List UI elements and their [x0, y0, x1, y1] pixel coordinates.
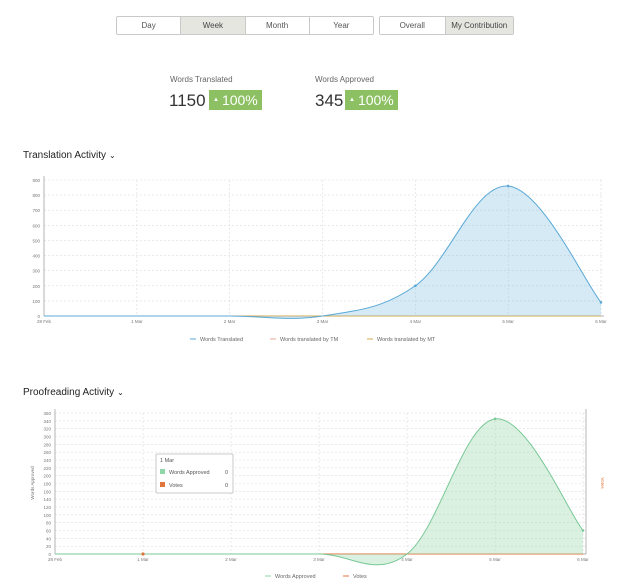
arrow-up-icon: ▲ — [213, 97, 219, 103]
x-tick-label: 1 Mar — [131, 319, 143, 324]
tooltip-box — [155, 453, 234, 494]
y-tick-label: 200 — [32, 284, 40, 289]
tab-overall[interactable]: Overall — [380, 17, 446, 34]
data-point — [581, 529, 585, 532]
tooltip-label: Words Approved — [169, 470, 210, 476]
y-axis-title: Words Approved — [30, 466, 35, 500]
tooltip-date: 1 Mar — [160, 458, 174, 464]
x-tick-label: 1 Mar — [137, 557, 149, 562]
words-translated-label: Words Translated — [170, 75, 233, 84]
y-tick-label: 100 — [32, 299, 40, 304]
legend-label: Votes — [353, 574, 367, 580]
y-tick-label: 180 — [43, 482, 51, 487]
proofreading-activity-title[interactable]: Proofreading Activity ⌄ — [23, 387, 124, 398]
y-tick-label: 0 — [37, 314, 40, 319]
series-line — [55, 418, 584, 566]
y-tick-label: 100 — [43, 513, 51, 518]
words-approved-value: 345 — [315, 91, 344, 110]
tab-day[interactable]: Day — [117, 17, 182, 34]
series-area — [44, 185, 601, 319]
proofreading-activity-label: Proofreading Activity — [23, 387, 115, 398]
y-tick-label: 600 — [32, 223, 40, 228]
legend-label: Words Approved — [275, 574, 316, 580]
x-tick-label: 5 Mar — [502, 319, 514, 324]
y-tick-label: 300 — [32, 269, 40, 274]
words-translated-pct: 100% — [221, 92, 258, 108]
y-tick-label: 120 — [43, 505, 51, 510]
y-tick-label: 140 — [43, 497, 51, 502]
tab-year[interactable]: Year — [309, 17, 373, 34]
y-tick-label: 80 — [46, 521, 52, 526]
x-tick-label: 4 Mar — [401, 557, 413, 562]
tab-week[interactable]: Week — [181, 17, 246, 34]
words-translated-value: 1150 — [169, 91, 206, 110]
translation-activity-label: Translation Activity — [23, 150, 106, 161]
y-tick-label: 40 — [46, 536, 52, 541]
series-line — [43, 185, 602, 319]
y-tick-label: 240 — [43, 458, 51, 463]
y-tick-label: 300 — [43, 435, 51, 440]
y-tick-label: 0 — [48, 552, 51, 557]
words-translated-badge: ▲ 100% — [209, 90, 262, 110]
x-tick-label: 2 Mar — [225, 557, 237, 562]
data-point — [493, 417, 497, 421]
y-tick-label: 360 — [43, 411, 51, 416]
y-tick-label: 60 — [46, 529, 52, 534]
y-tick-label: 280 — [43, 442, 51, 447]
y2-axis-title: Votes — [600, 477, 605, 489]
words-approved-badge: ▲ 100% — [345, 90, 398, 110]
y-tick-label: 900 — [32, 178, 40, 183]
tooltip-value: 0 — [225, 483, 228, 489]
x-tick-label: 3 Mar — [313, 557, 325, 562]
x-tick-label: 3 Mar — [317, 319, 329, 324]
y-tick-label: 340 — [43, 419, 51, 424]
x-tick-label: 2 Mar — [224, 319, 236, 324]
y-tick-label: 260 — [43, 450, 51, 455]
data-point — [414, 284, 417, 288]
chevron-down-icon: ⌄ — [117, 388, 124, 397]
arrow-up-icon: ▲ — [349, 97, 355, 103]
legend-label: Words translated by TM — [280, 337, 339, 343]
scope-selector: Overall My Contribution — [379, 16, 514, 35]
series-area — [55, 418, 583, 565]
x-tick-label: 5 Mar — [489, 557, 501, 562]
y-tick-label: 500 — [32, 238, 40, 243]
y-tick-label: 800 — [32, 193, 40, 198]
period-selector: Day Week Month Year — [116, 16, 374, 35]
x-tick-label: 6 Mar — [577, 557, 589, 562]
tooltip-swatch — [160, 469, 165, 474]
tooltip-value: 0 — [225, 470, 228, 476]
x-tick-label: 28 Feb — [37, 319, 52, 324]
y-tick-label: 200 — [43, 474, 51, 479]
x-tick-label: 4 Mar — [410, 319, 422, 324]
y-tick-label: 20 — [46, 544, 52, 549]
words-approved-pct: 100% — [357, 92, 394, 108]
words-approved-label: Words Approved — [315, 75, 374, 84]
tooltip-swatch — [160, 482, 165, 487]
y-tick-label: 700 — [32, 208, 40, 213]
data-point — [506, 184, 510, 188]
y-tick-label: 160 — [43, 489, 51, 494]
y-tick-label: 400 — [32, 254, 40, 259]
legend-label: Words Translated — [200, 337, 243, 343]
translation-activity-chart: 010020030040050060070080090028 Feb 1 Mar 2… — [30, 176, 607, 580]
tab-my-contribution[interactable]: My Contribution — [445, 17, 513, 34]
tab-month[interactable]: Month — [245, 17, 310, 34]
x-tick-label: 6 Mar — [595, 319, 607, 324]
x-tick-label: 28 Feb — [48, 557, 63, 562]
y-tick-label: 220 — [43, 466, 51, 471]
chevron-down-icon: ⌄ — [109, 151, 116, 160]
y-tick-label: 320 — [43, 427, 51, 432]
tooltip-label: Votes — [169, 483, 183, 489]
legend-label: Words translated by MT — [377, 337, 436, 343]
data-point — [599, 301, 603, 304]
data-point — [141, 552, 145, 556]
translation-activity-title[interactable]: Translation Activity ⌄ — [23, 150, 116, 161]
